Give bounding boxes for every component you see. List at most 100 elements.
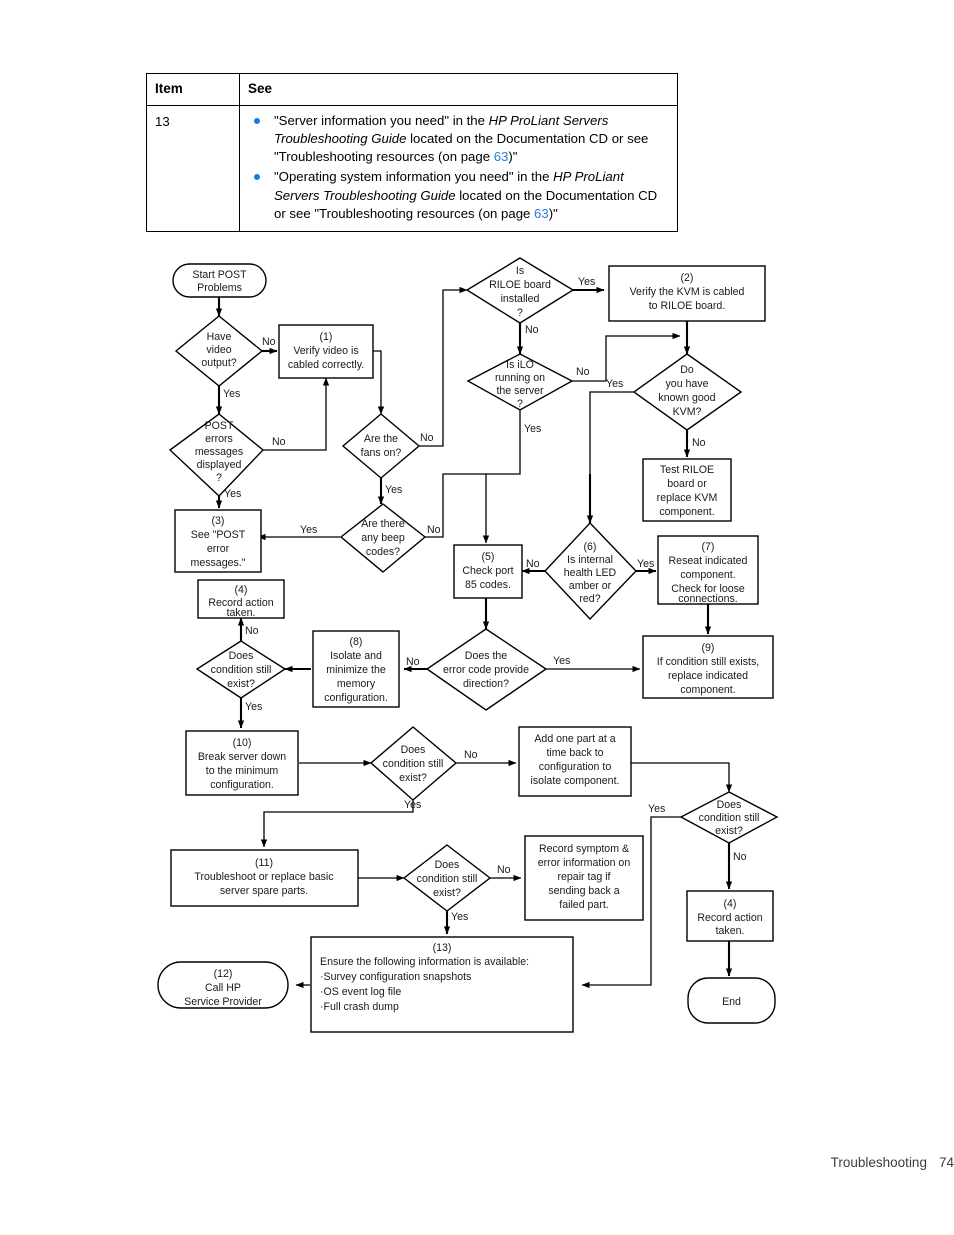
edge-label-health-no: No (526, 558, 540, 570)
edge-label-health-yes: Yes (637, 558, 654, 570)
edge-ilo-yes-left (486, 410, 521, 475)
edge-label-riloe-yes: Yes (578, 276, 595, 288)
node-error-direction: Does the error code provide direction? (425, 628, 548, 711)
node-fans-line-0: Are the (364, 433, 398, 445)
node-step4b: (4) Record action taken. (686, 890, 774, 942)
node-riloe-line-1: RILOE board (489, 279, 551, 291)
node-step8-line-2: minimize the (326, 664, 386, 676)
node-fans-on: Are the fans on? (341, 413, 421, 479)
edge-label-cond-a-no: No (245, 625, 259, 637)
node-step4a-line-0: (4) (235, 584, 248, 596)
node-step10-line-2: to the minimum (206, 765, 279, 777)
node-step1-line-1: Verify video is (293, 345, 358, 357)
node-cond-a-line-2: exist? (227, 678, 255, 690)
node-step11: (11) Troubleshoot or replace basic serve… (170, 849, 359, 907)
node-end: End (687, 977, 776, 1024)
node-kvm-line-1: you have (666, 378, 709, 390)
node-step9: (9) If condition still exists, replace i… (642, 635, 774, 699)
node-step2-line-0: (2) (681, 272, 694, 284)
edge-label-kvm-no: No (692, 437, 706, 449)
node-step5-line-1: Check port (462, 565, 513, 577)
node-step6-line-3: amber or (569, 580, 612, 592)
edge-label-cond-c-yes: Yes (648, 803, 665, 815)
node-step2: (2) Verify the KVM is cabled to RILOE bo… (608, 265, 766, 322)
node-step8-line-4: configuration. (324, 692, 388, 704)
edge-kvm-yes (589, 391, 634, 474)
node-fans-line-1: fans on? (361, 447, 402, 459)
node-step7-line-0: (7) (702, 541, 715, 553)
node-step12-line-2: Service Provider (184, 996, 262, 1008)
node-step13-line-0: (13) (433, 942, 452, 954)
node-step5-line-0: (5) (482, 551, 495, 563)
node-addpart-line-0: Add one part at a (534, 733, 615, 745)
node-step10: (10) Break server down to the minimum co… (185, 730, 299, 796)
footer-page-number: 74 (938, 1155, 954, 1170)
edge-label-beep-no: No (427, 524, 441, 536)
node-step7-line-1: Reseat indicated (669, 555, 748, 567)
node-cond-still-a: Does condition still exist? (195, 640, 287, 699)
node-have-video-line-2: output? (201, 357, 236, 369)
node-cond-d-line-2: exist? (433, 887, 461, 899)
node-cond-b-line-1: condition still (383, 758, 444, 770)
footer-section-label: Troubleshooting (830, 1155, 927, 1170)
node-post-errors-line-1: errors (205, 433, 233, 445)
node-cond-a-line-1: condition still (211, 664, 272, 676)
node-riloe-installed: Is RILOE board installed ? (465, 257, 575, 324)
node-cond-c-line-2: exist? (715, 825, 743, 837)
node-start: Start POST Problems (172, 263, 267, 298)
node-kvm-line-3: KVM? (673, 406, 702, 418)
node-ilo-line-3: ? (517, 398, 523, 410)
edge-label-ilo-yes: Yes (524, 423, 541, 435)
node-post-errors-line-2: messages (195, 446, 243, 458)
node-step4a: (4) Record action taken. (197, 579, 285, 619)
node-step9-line-3: component. (680, 684, 735, 696)
node-beep-line-2: codes? (366, 546, 400, 558)
node-step13-line-2: ·Survey configuration snapshots (320, 971, 471, 983)
node-step3-line-0: (3) (212, 515, 225, 527)
node-known-good-kvm: Do you have known good KVM? (632, 353, 743, 431)
node-step12-line-0: (12) (214, 968, 233, 980)
edge-label-direction-yes: Yes (553, 655, 570, 667)
node-cond-b-line-2: exist? (399, 772, 427, 784)
node-step9-line-1: If condition still exists, (657, 656, 759, 668)
node-step4a-line-2: taken. (227, 607, 256, 619)
node-step3: (3) See "POST error messages." (174, 509, 262, 573)
node-step1-line-0: (1) (320, 331, 333, 343)
edge-label-post-errors-yes: Yes (224, 488, 241, 500)
edge-label-cond-c-no: No (733, 851, 747, 863)
node-record-line-1: error information on (538, 857, 631, 869)
node-riloe-line-2: installed (501, 293, 540, 305)
node-step5: (5) Check port 85 codes. (453, 544, 523, 599)
node-step13: (13) Ensure the following information is… (310, 936, 574, 1033)
node-step3-line-2: error (207, 543, 230, 555)
edge-label-fans-yes: Yes (385, 484, 402, 496)
node-step6-line-4: red? (579, 593, 600, 605)
node-test-riloe-line-0: Test RILOE (660, 464, 714, 476)
node-step11-line-1: Troubleshoot or replace basic (194, 871, 334, 883)
node-start-line-1: Problems (197, 282, 242, 294)
node-addpart-line-1: time back to (546, 747, 603, 759)
node-test-riloe-line-3: component. (659, 506, 714, 518)
edge-label-cond-b-no: No (464, 749, 478, 761)
node-step8: (8) Isolate and minimize the memory conf… (312, 630, 400, 708)
node-direction-line-1: error code provide (443, 664, 529, 676)
node-step1-line-2: cabled correctly. (288, 359, 364, 371)
node-step13-line-3: ·OS event log file (320, 986, 401, 998)
edge-label-fans-no: No (420, 432, 434, 444)
node-start-line-0: Start POST (192, 269, 247, 281)
edge-label-cond-d-no: No (497, 864, 511, 876)
node-step6-line-0: (6) (584, 541, 597, 553)
node-test-riloe-line-1: board or (667, 478, 707, 490)
node-cond-d-line-0: Does (435, 859, 460, 871)
node-cond-b-line-0: Does (401, 744, 426, 756)
node-end-label: End (722, 996, 741, 1008)
node-step9-line-2: replace indicated (668, 670, 748, 682)
node-step1: (1) Verify video is cabled correctly. (278, 324, 374, 379)
node-step3-line-3: messages." (191, 557, 246, 569)
edge-label-direction-no: No (406, 656, 420, 668)
node-beep-codes: Are there any beep codes? (339, 503, 427, 573)
node-step8-line-3: memory (337, 678, 376, 690)
node-cond-c-line-1: condition still (699, 812, 760, 824)
edge-step1-to-fans (373, 350, 385, 415)
edge-label-beep-yes: Yes (300, 524, 317, 536)
